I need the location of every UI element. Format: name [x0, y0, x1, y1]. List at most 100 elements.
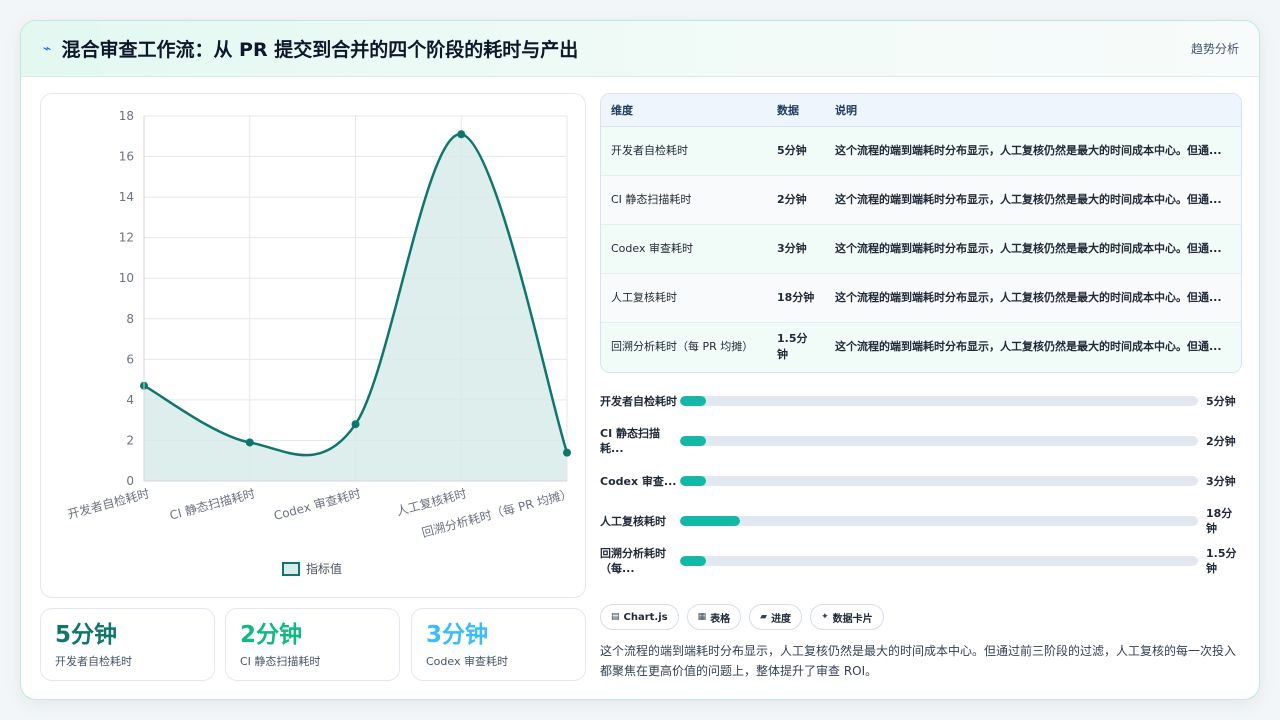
tag-chartjs[interactable]: ▤ Chart.js: [600, 604, 679, 630]
tag-progress[interactable]: ▰ 进度: [749, 604, 803, 630]
table-cell-value: 2分钟: [767, 175, 825, 225]
progress-label: 开发者自检耗时: [600, 394, 677, 408]
table-cell-dimension: 回溯分析耗时（每 PR 均摊）: [611, 339, 754, 353]
lightning-icon: ⌁: [43, 40, 52, 57]
table-cell-value: 5分钟: [767, 126, 825, 176]
y-tick-label: 16: [119, 150, 134, 164]
y-tick-label: 4: [126, 393, 134, 407]
y-tick-label: 6: [126, 352, 134, 366]
data-point: [245, 438, 254, 447]
y-tick-label: 12: [119, 231, 134, 245]
tag-label: 数据卡片: [832, 613, 873, 625]
table-row: 开发者自检耗时 5分钟 这个流程的端到端耗时分布显示，人工复核仍然是最大的时间成…: [601, 126, 1241, 176]
progress-value: 3分钟: [1206, 474, 1236, 488]
area-chart-panel: 0 2 4 6 8 10 12 14 16 18 开发者自检耗时 CI 静态扫描耗时 Codex 审查耗…: [40, 93, 586, 598]
table-cell-value: 18分钟: [767, 273, 825, 323]
tag-table[interactable]: ▦ 表格: [686, 604, 742, 630]
data-point: [563, 448, 571, 457]
progress-value: 1.5分钟: [1206, 547, 1237, 575]
summary-text: 这个流程的端到端耗时分布显示，人工复核仍然是最大的时间成本中心。但通过前三阶段的…: [600, 644, 1237, 678]
x-tick-label: Codex 审查耗时: [272, 485, 362, 523]
table-header-row: 维度 数据 说明: [601, 94, 1241, 127]
y-tick-label: 8: [126, 312, 134, 326]
page-title: 混合审查工作流：从 PR 提交到合并的四个阶段的耗时与产出: [61, 39, 579, 61]
dashboard-card: ⌁ 混合审查工作流：从 PR 提交到合并的四个阶段的耗时与产出 趋势分析 0 2 4…: [20, 20, 1260, 700]
tag-label: Chart.js: [623, 611, 668, 623]
tag-label: 进度: [771, 613, 792, 625]
table-cell-value: 3分钟: [767, 224, 825, 274]
tag-label: 表格: [710, 613, 731, 625]
kpi-label: CI 静态扫描耗时: [240, 655, 321, 668]
table-cell-value: 1.5分钟: [777, 331, 808, 361]
y-tick-label: 10: [119, 271, 134, 285]
kpi-card: 2分钟 CI 静态扫描耗时: [225, 608, 400, 681]
table-cell-dimension: 开发者自检耗时: [601, 126, 767, 176]
progress-row: CI 静态扫描耗... 2分钟: [600, 421, 1242, 461]
column-header: 维度: [601, 94, 767, 127]
progress-label: Codex 审查...: [600, 474, 677, 488]
legend-swatch: [282, 562, 300, 576]
progress-track: [680, 516, 1198, 526]
data-point: [351, 420, 360, 429]
data-table: 维度 数据 说明 开发者自检耗时 5分钟 这个流程的端到端耗时分布显示，人工复核…: [600, 93, 1242, 373]
progress-label: CI 静态扫描耗...: [600, 427, 660, 455]
table-cell-note: 这个流程的端到端耗时分布显示，人工复核仍然是最大的时间成本中心。但通...: [835, 241, 1222, 255]
progress-row: Codex 审查... 3分钟: [600, 461, 1242, 501]
y-tick-label: 0: [126, 474, 134, 488]
progress-fill: [680, 556, 706, 566]
legend-label: 指标值: [306, 561, 342, 576]
table-cell-note: 这个流程的端到端耗时分布显示，人工复核仍然是最大的时间成本中心。但通...: [835, 192, 1222, 206]
y-tick-label: 14: [119, 190, 134, 204]
progress-fill: [680, 476, 706, 486]
progress-row: 回溯分析耗时（每... 1.5分钟: [600, 541, 1242, 581]
kpi-value: 2分钟: [240, 622, 303, 648]
column-header: 数据: [767, 94, 825, 127]
progress-row: 开发者自检耗时 5分钟: [600, 381, 1242, 421]
progress-label: 回溯分析耗时（每...: [600, 547, 666, 575]
progress-fill: [680, 396, 706, 406]
area-chart: 0 2 4 6 8 10 12 14 16 18 开发者自检耗时 CI 静态扫描耗时 Codex 审查耗…: [66, 109, 574, 576]
table-row: CI 静态扫描耗时 2分钟 这个流程的端到端耗时分布显示，人工复核仍然是最大的时…: [601, 175, 1241, 225]
table-cell-dimension: 人工复核耗时: [601, 273, 767, 323]
progress-value: 18分钟: [1206, 507, 1233, 535]
card-icon: ✦: [821, 612, 829, 622]
x-tick-label: 人工复核耗时: [395, 486, 468, 518]
kpi-card: 3分钟 Codex 审查耗时: [411, 608, 586, 681]
data-point: [457, 130, 466, 139]
progress-track: [680, 476, 1198, 486]
progress-track: [680, 396, 1198, 406]
tag-data-card[interactable]: ✦ 数据卡片: [810, 604, 884, 630]
chart-icon: ▤: [611, 612, 620, 622]
progress-fill: [680, 516, 740, 526]
y-tick-label: 2: [126, 433, 134, 447]
progress-track: [680, 556, 1198, 566]
column-header: 说明: [825, 94, 1241, 127]
progress-value: 5分钟: [1206, 394, 1236, 408]
table-cell-note: 这个流程的端到端耗时分布显示，人工复核仍然是最大的时间成本中心。但通...: [835, 339, 1222, 353]
x-tick-label: CI 静态扫描耗时: [168, 486, 256, 522]
table-icon: ▦: [697, 612, 707, 622]
tag-list: ▤ Chart.js ▦ 表格 ▰ 进度 ✦ 数据卡片: [600, 604, 884, 630]
kpi-value: 5分钟: [55, 622, 118, 648]
y-tick-label: 18: [119, 109, 134, 123]
trend-analysis-link[interactable]: 趋势分析: [1191, 40, 1239, 57]
header: ⌁ 混合审查工作流：从 PR 提交到合并的四个阶段的耗时与产出 趋势分析: [21, 21, 1259, 77]
progress-track: [680, 436, 1198, 446]
table-cell-note: 这个流程的端到端耗时分布显示，人工复核仍然是最大的时间成本中心。但通...: [835, 143, 1222, 157]
table-row: 人工复核耗时 18分钟 这个流程的端到端耗时分布显示，人工复核仍然是最大的时间成…: [601, 273, 1241, 323]
table-row: 回溯分析耗时（每 PR 均摊） 1.5分钟 这个流程的端到端耗时分布显示，人工复…: [601, 322, 1241, 371]
x-tick-label: 开发者自检耗时: [66, 485, 151, 521]
kpi-label: Codex 审查耗时: [426, 655, 508, 668]
table-cell-dimension: Codex 审查耗时: [601, 224, 767, 274]
kpi-value: 3分钟: [426, 622, 489, 648]
kpi-label: 开发者自检耗时: [55, 655, 132, 668]
table-row: Codex 审查耗时 3分钟 这个流程的端到端耗时分布显示，人工复核仍然是最大的…: [601, 224, 1241, 274]
progress-icon: ▰: [760, 612, 768, 622]
kpi-card: 5分钟 开发者自检耗时: [40, 608, 215, 681]
progress-label: 人工复核耗时: [600, 514, 666, 528]
progress-row: 人工复核耗时 18分钟: [600, 501, 1242, 541]
table-cell-dimension: CI 静态扫描耗时: [601, 175, 767, 225]
progress-value: 2分钟: [1206, 434, 1236, 448]
table-cell-note: 这个流程的端到端耗时分布显示，人工复核仍然是最大的时间成本中心。但通...: [835, 290, 1222, 304]
progress-fill: [680, 436, 706, 446]
